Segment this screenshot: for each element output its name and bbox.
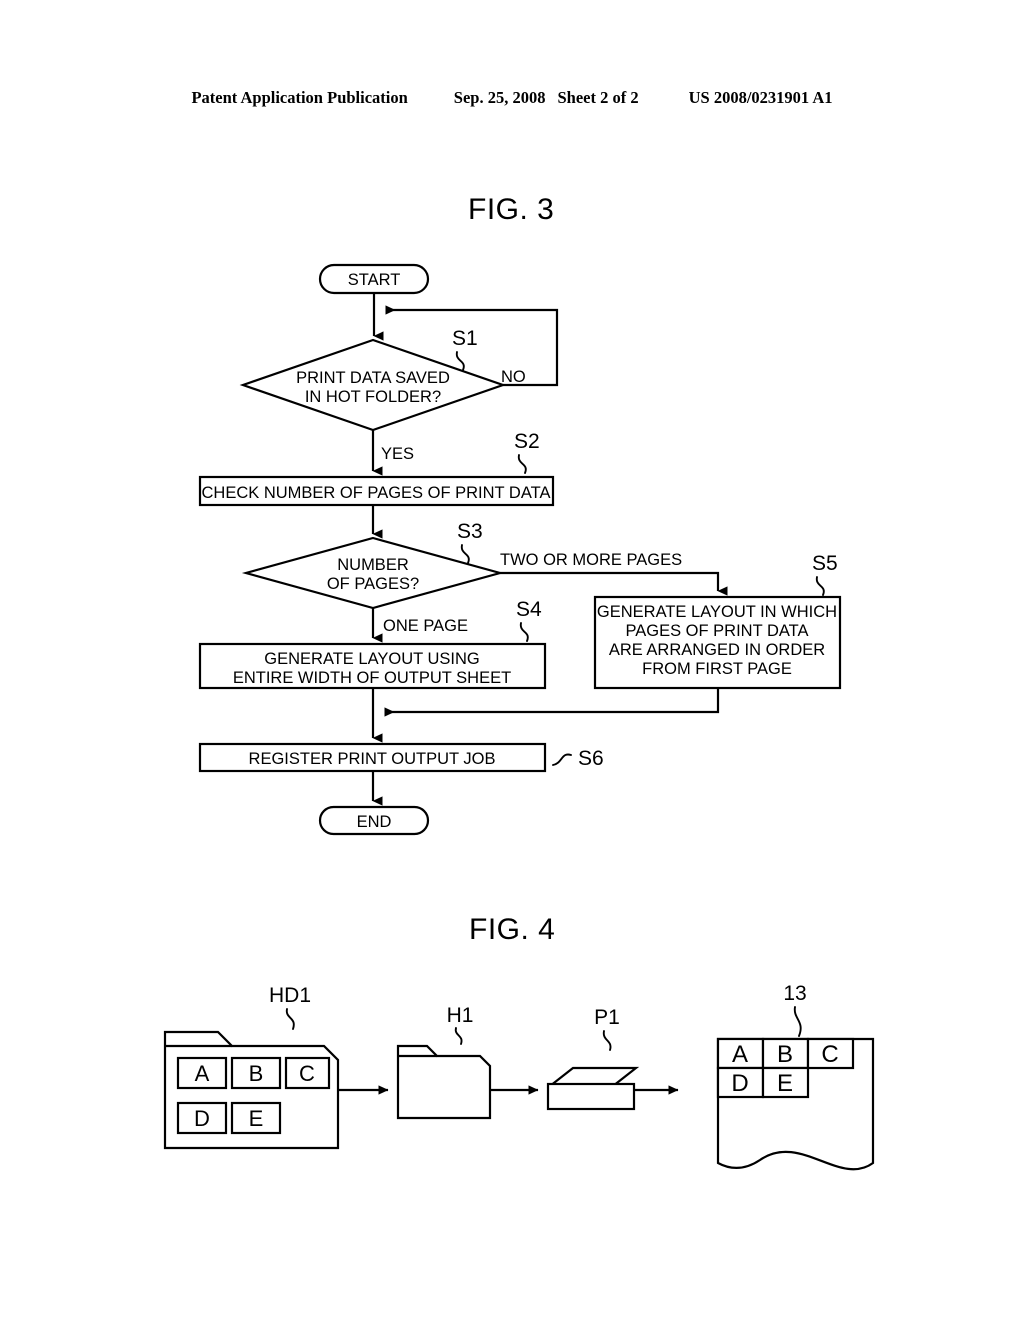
folder-h1 <box>396 1044 492 1120</box>
output-sheet-cell-c-label: C <box>821 1041 838 1068</box>
leader-hd1 <box>285 1008 295 1030</box>
flow-decision-s1-line2: IN HOT FOLDER? <box>305 388 441 406</box>
hot-folder-cell-c-label: C <box>299 1061 315 1086</box>
flow-process-s4-line2: ENTIRE WIDTH OF OUTPUT SHEET <box>233 669 511 687</box>
output-sheet-cell-e-label: E <box>777 1070 793 1097</box>
flow-start-terminal: START <box>318 263 430 295</box>
branch-label-s1-no: NO <box>501 368 526 386</box>
printer-p1 <box>546 1066 640 1111</box>
leader-s6 <box>552 753 572 766</box>
branch-label-s3-one: ONE PAGE <box>383 617 468 635</box>
output-sheet-13: A B C D E <box>716 1037 875 1171</box>
leader-s4 <box>519 622 529 642</box>
flow-process-s6-line1: REGISTER PRINT OUTPUT JOB <box>249 750 496 768</box>
branch-label-s1-yes: YES <box>381 445 414 463</box>
hot-folder-cell-a-label: A <box>195 1061 210 1086</box>
flow-process-s6: REGISTER PRINT OUTPUT JOB <box>198 742 547 773</box>
flow-start-label: START <box>348 271 401 289</box>
step-label-s1: S1 <box>452 327 478 350</box>
leader-p1 <box>602 1030 612 1051</box>
branch-label-s3-many: TWO OR MORE PAGES <box>500 551 682 569</box>
leader-13 <box>793 1006 802 1037</box>
drawing-layer: START PRINT DATA SAVED IN HOT FOLDER? S1… <box>163 263 875 1171</box>
leader-s2 <box>517 454 527 474</box>
hot-folder-hd1: A B C D E <box>163 1030 340 1150</box>
hot-folder-cell-e-label: E <box>249 1106 264 1131</box>
flow-process-s5-line4: FROM FIRST PAGE <box>642 660 792 678</box>
ref-label-h1: H1 <box>447 1004 474 1027</box>
step-label-s6: S6 <box>578 747 604 770</box>
step-label-s2: S2 <box>514 430 540 453</box>
flow-decision-s3-line2: OF PAGES? <box>327 575 419 593</box>
flow-end-label: END <box>357 813 392 831</box>
flow-process-s4: GENERATE LAYOUT USING ENTIRE WIDTH OF OU… <box>198 642 547 690</box>
step-label-s4: S4 <box>516 598 542 621</box>
connector-s3-many-to-s5 <box>500 571 728 596</box>
ref-label-hd1: HD1 <box>269 984 311 1007</box>
flow-decision-s3-line1: NUMBER <box>337 556 409 574</box>
flow-process-s5: GENERATE LAYOUT IN WHICH PAGES OF PRINT … <box>593 595 842 690</box>
hot-folder-cell-d-label: D <box>194 1106 210 1131</box>
flow-process-s4-line1: GENERATE LAYOUT USING <box>264 650 479 668</box>
connector-s5-to-trunk <box>384 688 720 717</box>
ref-label-13: 13 <box>783 982 806 1005</box>
leader-s5 <box>815 576 825 596</box>
flow-process-s5-line2: PAGES OF PRINT DATA <box>625 622 808 640</box>
patent-drawing-page: Patent Application Publication Sep. 25, … <box>0 0 1024 1320</box>
leader-s1 <box>455 351 465 371</box>
flow-process-s2-line1: CHECK NUMBER OF PAGES OF PRINT DATA <box>202 484 551 502</box>
flow-process-s2: CHECK NUMBER OF PAGES OF PRINT DATA <box>198 475 555 507</box>
output-sheet-cell-b-label: B <box>777 1041 793 1068</box>
flow-decision-s1: PRINT DATA SAVED IN HOT FOLDER? <box>239 338 507 432</box>
hot-folder-cell-b-label: B <box>249 1061 264 1086</box>
output-sheet-cell-a-label: A <box>732 1041 748 1068</box>
flow-process-s5-line1: GENERATE LAYOUT IN WHICH <box>597 603 837 621</box>
step-label-s5: S5 <box>812 552 838 575</box>
flow-end-terminal: END <box>318 805 430 836</box>
flow-decision-s1-line1: PRINT DATA SAVED <box>296 369 450 387</box>
leader-h1 <box>454 1027 463 1045</box>
leader-s3 <box>460 544 470 564</box>
output-sheet-cell-d-label: D <box>731 1070 748 1097</box>
flow-process-s5-line3: ARE ARRANGED IN ORDER <box>609 641 825 659</box>
ref-label-p1: P1 <box>594 1006 620 1029</box>
step-label-s3: S3 <box>457 520 483 543</box>
